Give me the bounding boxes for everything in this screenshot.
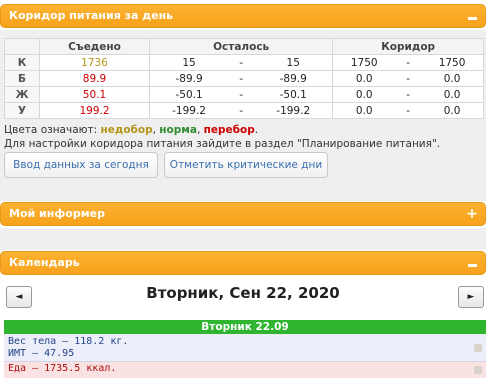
- corridor-sep: -: [395, 54, 422, 71]
- weight-entry[interactable]: Вес тела — 118.2 кг. ИМТ — 47.95: [4, 334, 486, 362]
- remaining-sep: -: [228, 86, 255, 103]
- corridor-from: 0.0: [332, 70, 396, 87]
- calendar-body: ◄ Вторник, Сен 22, 2020 ► Вторник 22.09 …: [0, 276, 486, 382]
- settings-note: Для настройки коридора питания зайдите в…: [4, 138, 441, 150]
- remaining-from: -89.9: [149, 70, 229, 87]
- remaining-from: -50.1: [149, 86, 229, 103]
- corridor-to: 0.0: [421, 86, 485, 103]
- remaining-to: 15: [254, 54, 334, 71]
- eaten-value: 89.9: [39, 70, 150, 87]
- edit-icon[interactable]: [474, 344, 482, 352]
- corridor-to: 0.0: [421, 102, 485, 119]
- row-label: Ж: [4, 86, 40, 103]
- eaten-value: 50.1: [39, 86, 150, 103]
- legend-norm: норма: [159, 124, 197, 136]
- remaining-sep: -: [228, 54, 255, 71]
- remaining-to: -50.1: [254, 86, 334, 103]
- corridor-to: 0.0: [421, 70, 485, 87]
- legend-over: перебор: [203, 124, 255, 136]
- corridor-panel-body: Съедено Осталось Коридор К 1736 15 - 15 …: [0, 30, 486, 185]
- corridor-sep: -: [395, 70, 422, 87]
- corridor-from: 0.0: [332, 86, 396, 103]
- table-header-row: Съедено Осталось Коридор: [4, 38, 484, 55]
- row-label: У: [4, 102, 40, 119]
- remaining-from: -199.2: [149, 102, 229, 119]
- expand-icon[interactable]: +: [466, 203, 478, 225]
- table-row: У 199.2 -199.2 - -199.2 0.0 - 0.0: [4, 102, 485, 119]
- header-remaining: Осталось: [148, 38, 334, 55]
- enter-today-button[interactable]: Ввод данных за сегодня: [4, 152, 158, 178]
- food-entry[interactable]: Еда — 1735.5 ккал.: [4, 362, 486, 378]
- remaining-sep: -: [228, 70, 255, 87]
- color-legend: Цвета означают: недобор, норма, перебор.: [4, 124, 258, 136]
- calendar-date-title: Вторник, Сен 22, 2020: [146, 284, 340, 302]
- remaining-to: -199.2: [254, 102, 334, 119]
- day-header[interactable]: Вторник 22.09: [4, 320, 486, 334]
- row-label: Б: [4, 70, 40, 87]
- eaten-value: 1736: [39, 54, 150, 71]
- legend-prefix: Цвета означают:: [4, 124, 101, 136]
- spacer: [0, 185, 486, 201]
- remaining-from: 15: [149, 54, 229, 71]
- header-corridor: Коридор: [332, 38, 484, 55]
- weight-text: Вес тела — 118.2 кг.: [8, 336, 129, 347]
- informer-panel-title: Мой информер: [9, 207, 106, 220]
- table-row: К 1736 15 - 15 1750 - 1750: [4, 54, 485, 71]
- corridor-from: 0.0: [332, 102, 396, 119]
- corridor-panel-title: Коридор питания за день: [9, 9, 174, 22]
- header-empty: [4, 38, 40, 55]
- table-row: Б 89.9 -89.9 - -89.9 0.0 - 0.0: [4, 70, 485, 87]
- collapse-icon[interactable]: [466, 252, 478, 274]
- bmi-text: ИМТ — 47.95: [8, 348, 75, 359]
- critical-days-button[interactable]: Отметить критические дни: [164, 152, 328, 178]
- informer-panel-header[interactable]: Мой информер +: [0, 202, 486, 226]
- spacer: [0, 228, 486, 250]
- collapse-icon[interactable]: [466, 5, 478, 27]
- legend-under: недобор: [100, 124, 153, 136]
- table-row: Ж 50.1 -50.1 - -50.1 0.0 - 0.0: [4, 86, 485, 103]
- calendar-panel-title: Календарь: [9, 256, 80, 269]
- eaten-value: 199.2: [39, 102, 150, 119]
- legend-suffix: .: [254, 124, 259, 136]
- legend-sep: ,: [196, 124, 204, 136]
- corridor-table: Съедено Осталось Коридор К 1736 15 - 15 …: [4, 38, 485, 119]
- food-text: Еда — 1735.5 ккал.: [8, 363, 117, 374]
- edit-icon[interactable]: [474, 366, 482, 374]
- corridor-from: 1750: [332, 54, 396, 71]
- corridor-to: 1750: [421, 54, 485, 71]
- corridor-panel-header[interactable]: Коридор питания за день: [0, 4, 486, 28]
- remaining-sep: -: [228, 102, 255, 119]
- remaining-to: -89.9: [254, 70, 334, 87]
- corridor-sep: -: [395, 86, 422, 103]
- corridor-sep: -: [395, 102, 422, 119]
- row-label: К: [4, 54, 40, 71]
- calendar-panel-header[interactable]: Календарь: [0, 251, 486, 275]
- header-eaten: Съедено: [39, 38, 150, 55]
- next-day-button[interactable]: ►: [458, 286, 484, 308]
